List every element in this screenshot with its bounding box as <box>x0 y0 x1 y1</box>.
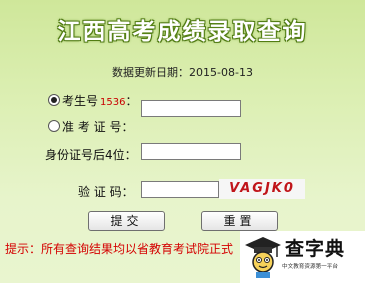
admission-ticket-label: 准 考 证 号： <box>62 120 134 134</box>
verify-code-input[interactable] <box>141 181 219 198</box>
exam-number-radio[interactable] <box>48 94 60 106</box>
notice-text: 提示：所有查询结果均以省教育考试院正式 <box>5 242 234 256</box>
admission-ticket-option[interactable]: 准 考 证 号： <box>48 118 133 135</box>
reset-button[interactable]: 重置 <box>201 211 278 231</box>
query-panel: 江西高考成绩录取查询 数据更新日期：2015-08-13 考生号 1536： 准 … <box>0 0 365 283</box>
captcha-image[interactable]: VAGJK0 <box>219 179 305 199</box>
graduate-cap-icon <box>244 235 282 283</box>
submit-button[interactable]: 提交 <box>88 211 165 231</box>
exam-number-option[interactable]: 考生号 1536： <box>48 92 137 109</box>
id-last4-input[interactable] <box>141 143 241 160</box>
verify-code-label: 验 证 码： <box>78 185 134 199</box>
logo-name: 查字典 <box>285 238 346 260</box>
page-title: 江西高考成绩录取查询 <box>57 19 308 45</box>
id-last4-label: 身份证号后4位： <box>45 148 137 162</box>
admission-ticket-radio[interactable] <box>48 120 60 132</box>
exam-number-input[interactable] <box>141 100 241 117</box>
update-date: 数据更新日期：2015-08-13 <box>112 66 253 79</box>
exam-number-label: 考生号 <box>62 94 99 108</box>
logo-subtitle: 中文教育资源第一平台 <box>282 264 338 270</box>
exam-number-colon: ： <box>125 94 138 108</box>
exam-number-code: 1536 <box>100 97 126 108</box>
